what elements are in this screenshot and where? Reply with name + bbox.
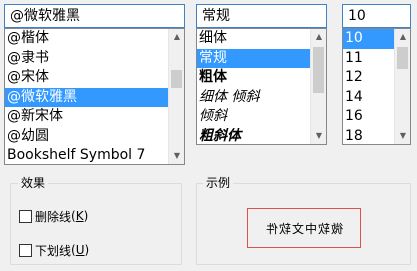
underline-hotkey-close: )	[84, 243, 90, 257]
sample-group-title: 示例	[203, 176, 234, 190]
font-list-item[interactable]: @宋体	[5, 68, 168, 88]
scroll-up-arrow-icon[interactable]: ▲	[395, 29, 410, 45]
size-list-item[interactable]: 16	[343, 107, 394, 127]
effects-group: 效果 删除线 (K) 下划线 (U)	[10, 176, 182, 265]
font-list-scrollbar[interactable]: ▲ ▼	[168, 29, 184, 164]
sample-group: 示例 微软中文软件	[196, 176, 411, 265]
scroll-up-arrow-icon[interactable]: ▲	[169, 29, 184, 45]
style-list-item[interactable]: 细体	[197, 29, 310, 49]
underline-hotkey: U	[75, 243, 85, 257]
strikeout-option[interactable]: 删除线 (K)	[19, 208, 88, 224]
scroll-up-arrow-icon[interactable]: ▲	[311, 29, 326, 45]
font-list-item[interactable]: @微软雅黑	[5, 87, 168, 107]
font-name-list[interactable]: @楷体 @隶书 @宋体 @微软雅黑 @新宋体 @幼圆 Bookshelf Symbol 7 …	[4, 28, 185, 165]
strikeout-checkbox[interactable]	[19, 209, 32, 223]
sample-preview: 微软中文软件	[247, 208, 361, 248]
underline-checkbox[interactable]	[19, 243, 32, 257]
sample-text: 微软中文软件	[264, 221, 343, 236]
font-list-item[interactable]: Bookshelf Symbol 7	[5, 146, 168, 164]
font-list-item[interactable]: @幼圆	[5, 127, 168, 147]
font-style-list[interactable]: 细体 常规 粗体 细体 倾斜 倾斜 粗斜体 ▲ ▼	[196, 28, 327, 145]
font-size-list-items: 10111214161820	[343, 29, 394, 144]
font-list-item[interactable]: @新宋体	[5, 107, 168, 127]
style-list-item[interactable]: 倾斜	[197, 107, 310, 127]
font-name-input[interactable]: @微软雅黑	[4, 4, 185, 28]
font-list-item[interactable]: @楷体	[5, 29, 168, 49]
style-list-item[interactable]: 粗斜体	[197, 127, 310, 145]
size-list-item[interactable]: 14	[343, 88, 394, 108]
font-size-list[interactable]: 10111214161820 ▲ ▼	[342, 28, 411, 145]
size-list-item[interactable]: 12	[343, 68, 394, 88]
scroll-down-arrow-icon[interactable]: ▼	[169, 148, 184, 164]
style-list-item[interactable]: 粗体	[197, 68, 310, 88]
scroll-thumb[interactable]	[313, 47, 324, 93]
font-size-input[interactable]: 10	[342, 4, 411, 28]
size-list-item[interactable]: 18	[343, 127, 394, 145]
size-list-scrollbar[interactable]: ▲ ▼	[394, 29, 410, 144]
strikeout-hotkey-close: )	[83, 209, 89, 223]
font-style-input[interactable]: 常规	[196, 4, 327, 28]
scroll-thumb[interactable]	[171, 70, 182, 88]
style-list-item[interactable]: 常规	[197, 48, 310, 68]
font-name-list-items: @楷体 @隶书 @宋体 @微软雅黑 @新宋体 @幼圆 Bookshelf Symbol 7	[5, 29, 168, 164]
effects-group-title: 效果	[18, 176, 49, 190]
font-list-item[interactable]: @隶书	[5, 49, 168, 69]
size-list-item[interactable]: 10	[343, 29, 394, 49]
font-style-list-items: 细体 常规 粗体 细体 倾斜 倾斜 粗斜体	[197, 29, 310, 144]
size-list-item[interactable]: 11	[343, 49, 394, 69]
underline-option[interactable]: 下划线 (U)	[19, 242, 89, 258]
strikeout-label: 删除线	[35, 209, 72, 224]
scroll-down-arrow-icon[interactable]: ▼	[395, 128, 410, 144]
strikeout-hotkey: K	[75, 209, 84, 223]
underline-label: 下划线	[35, 243, 72, 258]
scroll-down-arrow-icon[interactable]: ▼	[311, 128, 326, 144]
style-list-item[interactable]: 细体 倾斜	[197, 88, 310, 108]
scroll-thumb[interactable]	[397, 47, 408, 69]
style-list-scrollbar[interactable]: ▲ ▼	[310, 29, 326, 144]
